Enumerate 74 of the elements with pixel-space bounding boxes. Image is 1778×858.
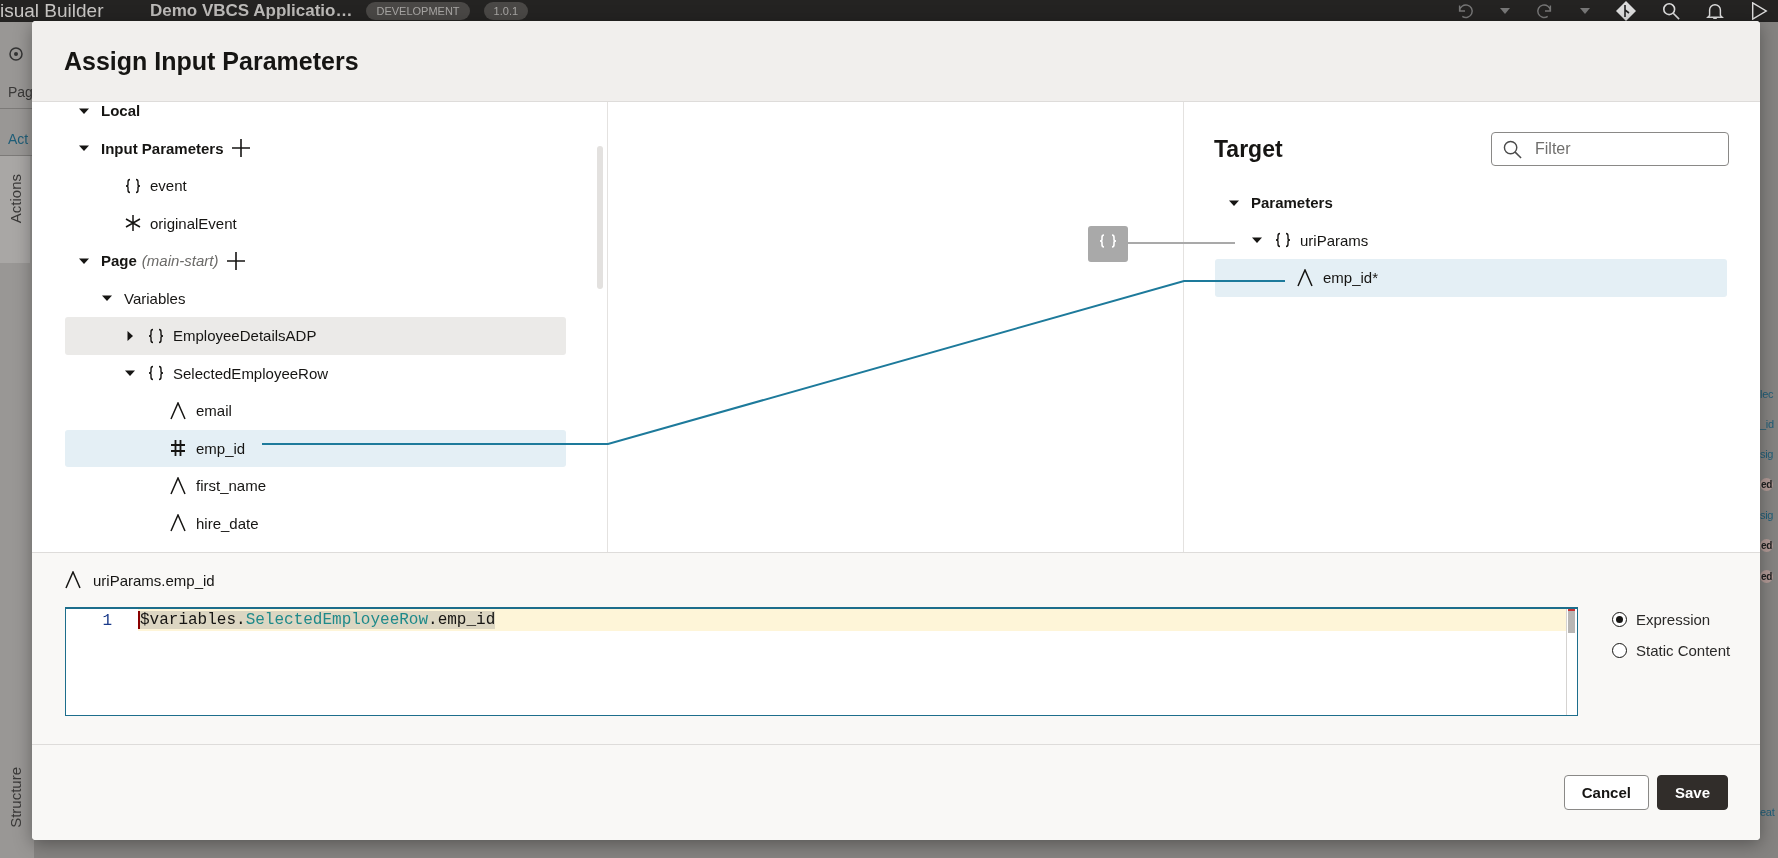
tree-label: emp_id xyxy=(196,439,246,457)
tree-label: hire_date xyxy=(196,514,259,532)
cancel-button[interactable]: Cancel xyxy=(1563,775,1649,810)
search-icon xyxy=(1503,140,1522,159)
plus-icon[interactable] xyxy=(231,139,250,158)
redo-icon[interactable] xyxy=(1536,2,1554,20)
text-type-icon xyxy=(65,571,81,589)
status-badge: ed xyxy=(1760,539,1774,552)
side-tab[interactable]: Structure xyxy=(0,767,30,858)
filter-field[interactable]: Filter xyxy=(1491,132,1729,166)
radio-option[interactable]: Static Content xyxy=(1612,642,1731,659)
search-icon[interactable] xyxy=(1662,2,1680,20)
tree-row[interactable]: Local xyxy=(65,102,566,130)
hash-icon xyxy=(170,439,186,458)
undo-icon[interactable] xyxy=(1456,2,1474,20)
tree-row[interactable]: Parameters xyxy=(1215,184,1727,222)
bell-icon[interactable] xyxy=(1706,2,1724,20)
product-name: isual Builder xyxy=(0,0,105,22)
git-icon[interactable] xyxy=(1616,1,1636,21)
tree-row[interactable]: emp_id* xyxy=(1215,259,1727,297)
scrollbar[interactable] xyxy=(1566,609,1577,715)
braces-icon xyxy=(147,365,165,382)
tree-label: Variables xyxy=(124,289,186,307)
tree-label: Parameters xyxy=(1251,194,1333,212)
tree-label: email xyxy=(196,402,232,420)
side-tab[interactable]: Actions xyxy=(0,156,30,264)
caret-right-icon[interactable] xyxy=(125,330,135,341)
play-icon[interactable] xyxy=(1750,2,1768,20)
tree-row[interactable]: hire_date xyxy=(65,504,566,542)
status-badge: DEVELOPMENT xyxy=(366,2,470,20)
tree-row[interactable]: Variables xyxy=(65,279,566,317)
tree-label: first_name xyxy=(196,477,267,495)
status-badge: 1.0.1 xyxy=(483,2,529,20)
tree-label: SelectedEmployeeRow xyxy=(173,364,329,382)
status-badge: ed xyxy=(1760,478,1774,491)
status-badge: ed xyxy=(1760,570,1774,583)
target-icon[interactable] xyxy=(8,46,24,62)
tree-row[interactable]: Input Parameters xyxy=(65,129,566,167)
target-path: uriParams.emp_id xyxy=(93,571,215,589)
text-type-icon xyxy=(1297,268,1313,287)
tree-row[interactable]: SelectedEmployeeRow xyxy=(65,354,566,392)
asterisk-icon xyxy=(124,214,142,233)
tree-label: emp_id* xyxy=(1323,269,1379,287)
scope-label: (main-start) xyxy=(141,252,219,270)
application-name[interactable]: Demo VBCS Applicatio… xyxy=(150,1,353,21)
tree-row[interactable]: event xyxy=(65,167,566,205)
tree-row[interactable]: emp_id xyxy=(65,429,566,467)
tree-label: Input Parameters xyxy=(101,139,224,157)
tree-row[interactable]: email xyxy=(65,392,566,430)
tree-row[interactable]: Page (main-start) xyxy=(65,242,566,280)
plus-icon[interactable] xyxy=(226,251,245,270)
tree-row[interactable]: uriParams xyxy=(1215,221,1727,259)
tree-label: Page xyxy=(101,252,137,270)
tree-label: uriParams xyxy=(1300,231,1369,249)
panel-title: Target xyxy=(1214,135,1283,163)
text-type-icon xyxy=(170,514,186,533)
tree-label: originalEvent xyxy=(150,214,237,232)
code-editor[interactable]: 1 $variables.SelectedEmployeeRow.emp_id xyxy=(65,607,1578,716)
save-button[interactable]: Save xyxy=(1656,775,1728,810)
braces-icon xyxy=(147,327,165,344)
braces-icon xyxy=(1274,232,1292,249)
braces-icon xyxy=(124,177,142,194)
tree-label: EmployeeDetailsADP xyxy=(173,327,317,345)
text-type-icon xyxy=(170,401,186,420)
line-number: 1 xyxy=(102,612,112,630)
tree-label: event xyxy=(150,177,187,195)
tree-row[interactable]: EmployeeDetailsADP xyxy=(65,317,566,355)
tree-row[interactable]: originalEvent xyxy=(65,204,566,242)
radio-option[interactable]: Expression xyxy=(1612,611,1731,628)
text-type-icon xyxy=(170,476,186,495)
tree-label: Local xyxy=(101,102,141,120)
object-node-icon[interactable] xyxy=(1088,226,1128,262)
tree-row[interactable]: first_name xyxy=(65,467,566,505)
dialog-title: Assign Input Parameters xyxy=(64,46,359,76)
